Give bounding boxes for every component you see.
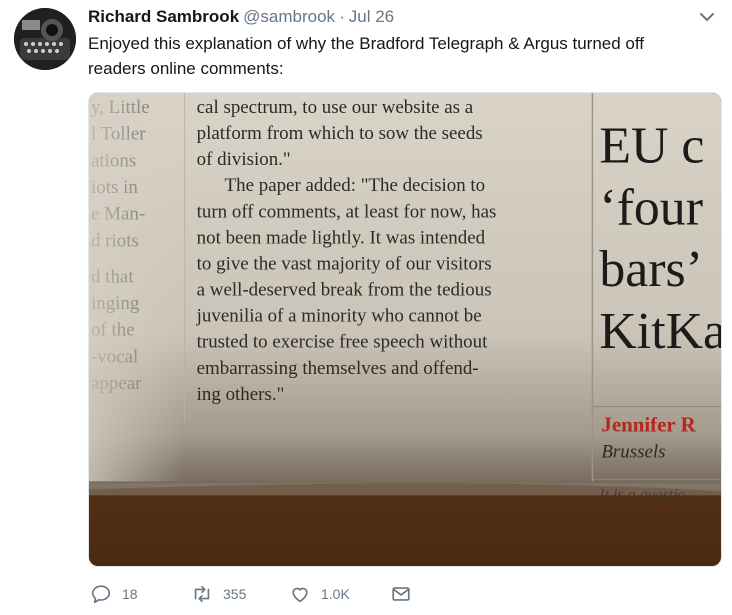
newspaper-article-line: trusted to exercise free speech without bbox=[197, 332, 488, 353]
reply-button[interactable]: 18 bbox=[90, 580, 138, 608]
author-handle[interactable]: @sambrook bbox=[243, 7, 335, 26]
avatar-image bbox=[14, 8, 76, 70]
chevron-down-icon bbox=[700, 13, 714, 21]
tweet-header: Richard Sambrook @sambrook · Jul 26 bbox=[88, 6, 692, 28]
heart-icon bbox=[292, 587, 308, 603]
newspaper-article-line: to give the vast majority of our visitor… bbox=[197, 253, 492, 274]
tweet: Richard Sambrook @sambrook · Jul 26 Enjoyed… bbox=[0, 0, 732, 615]
reply-icon bbox=[91, 585, 111, 604]
tweet-date[interactable]: Jul 26 bbox=[349, 7, 394, 26]
retweet-button[interactable]: 355 bbox=[191, 580, 246, 608]
like-button[interactable]: 1.0K bbox=[289, 580, 350, 608]
newspaper-article-line: not been made lightly. It was intended bbox=[197, 227, 486, 248]
reply-count: 18 bbox=[122, 586, 138, 602]
tweet-text: Enjoyed this explanation of why the Brad… bbox=[88, 34, 645, 78]
retweet-icon bbox=[194, 585, 210, 603]
tweet-menu-button[interactable] bbox=[696, 6, 718, 28]
newspaper-article-line: The paper added: "The decision to bbox=[225, 175, 486, 196]
separator-dot: · bbox=[339, 7, 345, 26]
newspaper-photo: y, Littlel Tollerationsiots ine Man-d ri… bbox=[89, 93, 721, 566]
newspaper-headline-line: ‘four bbox=[599, 179, 703, 236]
newspaper-article-line: a well-deserved break from the tedious bbox=[197, 280, 492, 301]
newspaper-byline: Jennifer R bbox=[601, 413, 696, 437]
tweet-photo[interactable]: y, Littlel Tollerationsiots ine Man-d ri… bbox=[88, 92, 722, 567]
newspaper-headline-line: EU c bbox=[599, 118, 704, 175]
newspaper-teaser: It is a questio bbox=[598, 486, 685, 503]
avatar[interactable] bbox=[14, 8, 76, 70]
newspaper-headline-line: bars’ bbox=[599, 241, 703, 298]
direct-message-button[interactable] bbox=[390, 580, 412, 608]
author-name[interactable]: Richard Sambrook bbox=[88, 7, 239, 26]
mail-icon bbox=[392, 587, 410, 601]
newspaper-article-line: of division." bbox=[197, 149, 291, 170]
newspaper-dateline: Brussels bbox=[601, 441, 665, 462]
newspaper-article-line: ing others." bbox=[197, 384, 285, 405]
newspaper-article-line: turn off comments, at least for now, has bbox=[197, 201, 497, 222]
like-count: 1.0K bbox=[321, 586, 350, 602]
newspaper-article-line: embarrassing themselves and offend- bbox=[197, 358, 479, 379]
newspaper-article-line: juvenilia of a minority who cannot be bbox=[196, 306, 482, 327]
newspaper-article-line: cal spectrum, to use our website as a bbox=[197, 97, 474, 118]
newspaper-article-line: platform from which to sow the seeds bbox=[197, 123, 483, 144]
retweet-count: 355 bbox=[223, 586, 247, 602]
newspaper-headline-line: KitKa bbox=[599, 303, 721, 360]
